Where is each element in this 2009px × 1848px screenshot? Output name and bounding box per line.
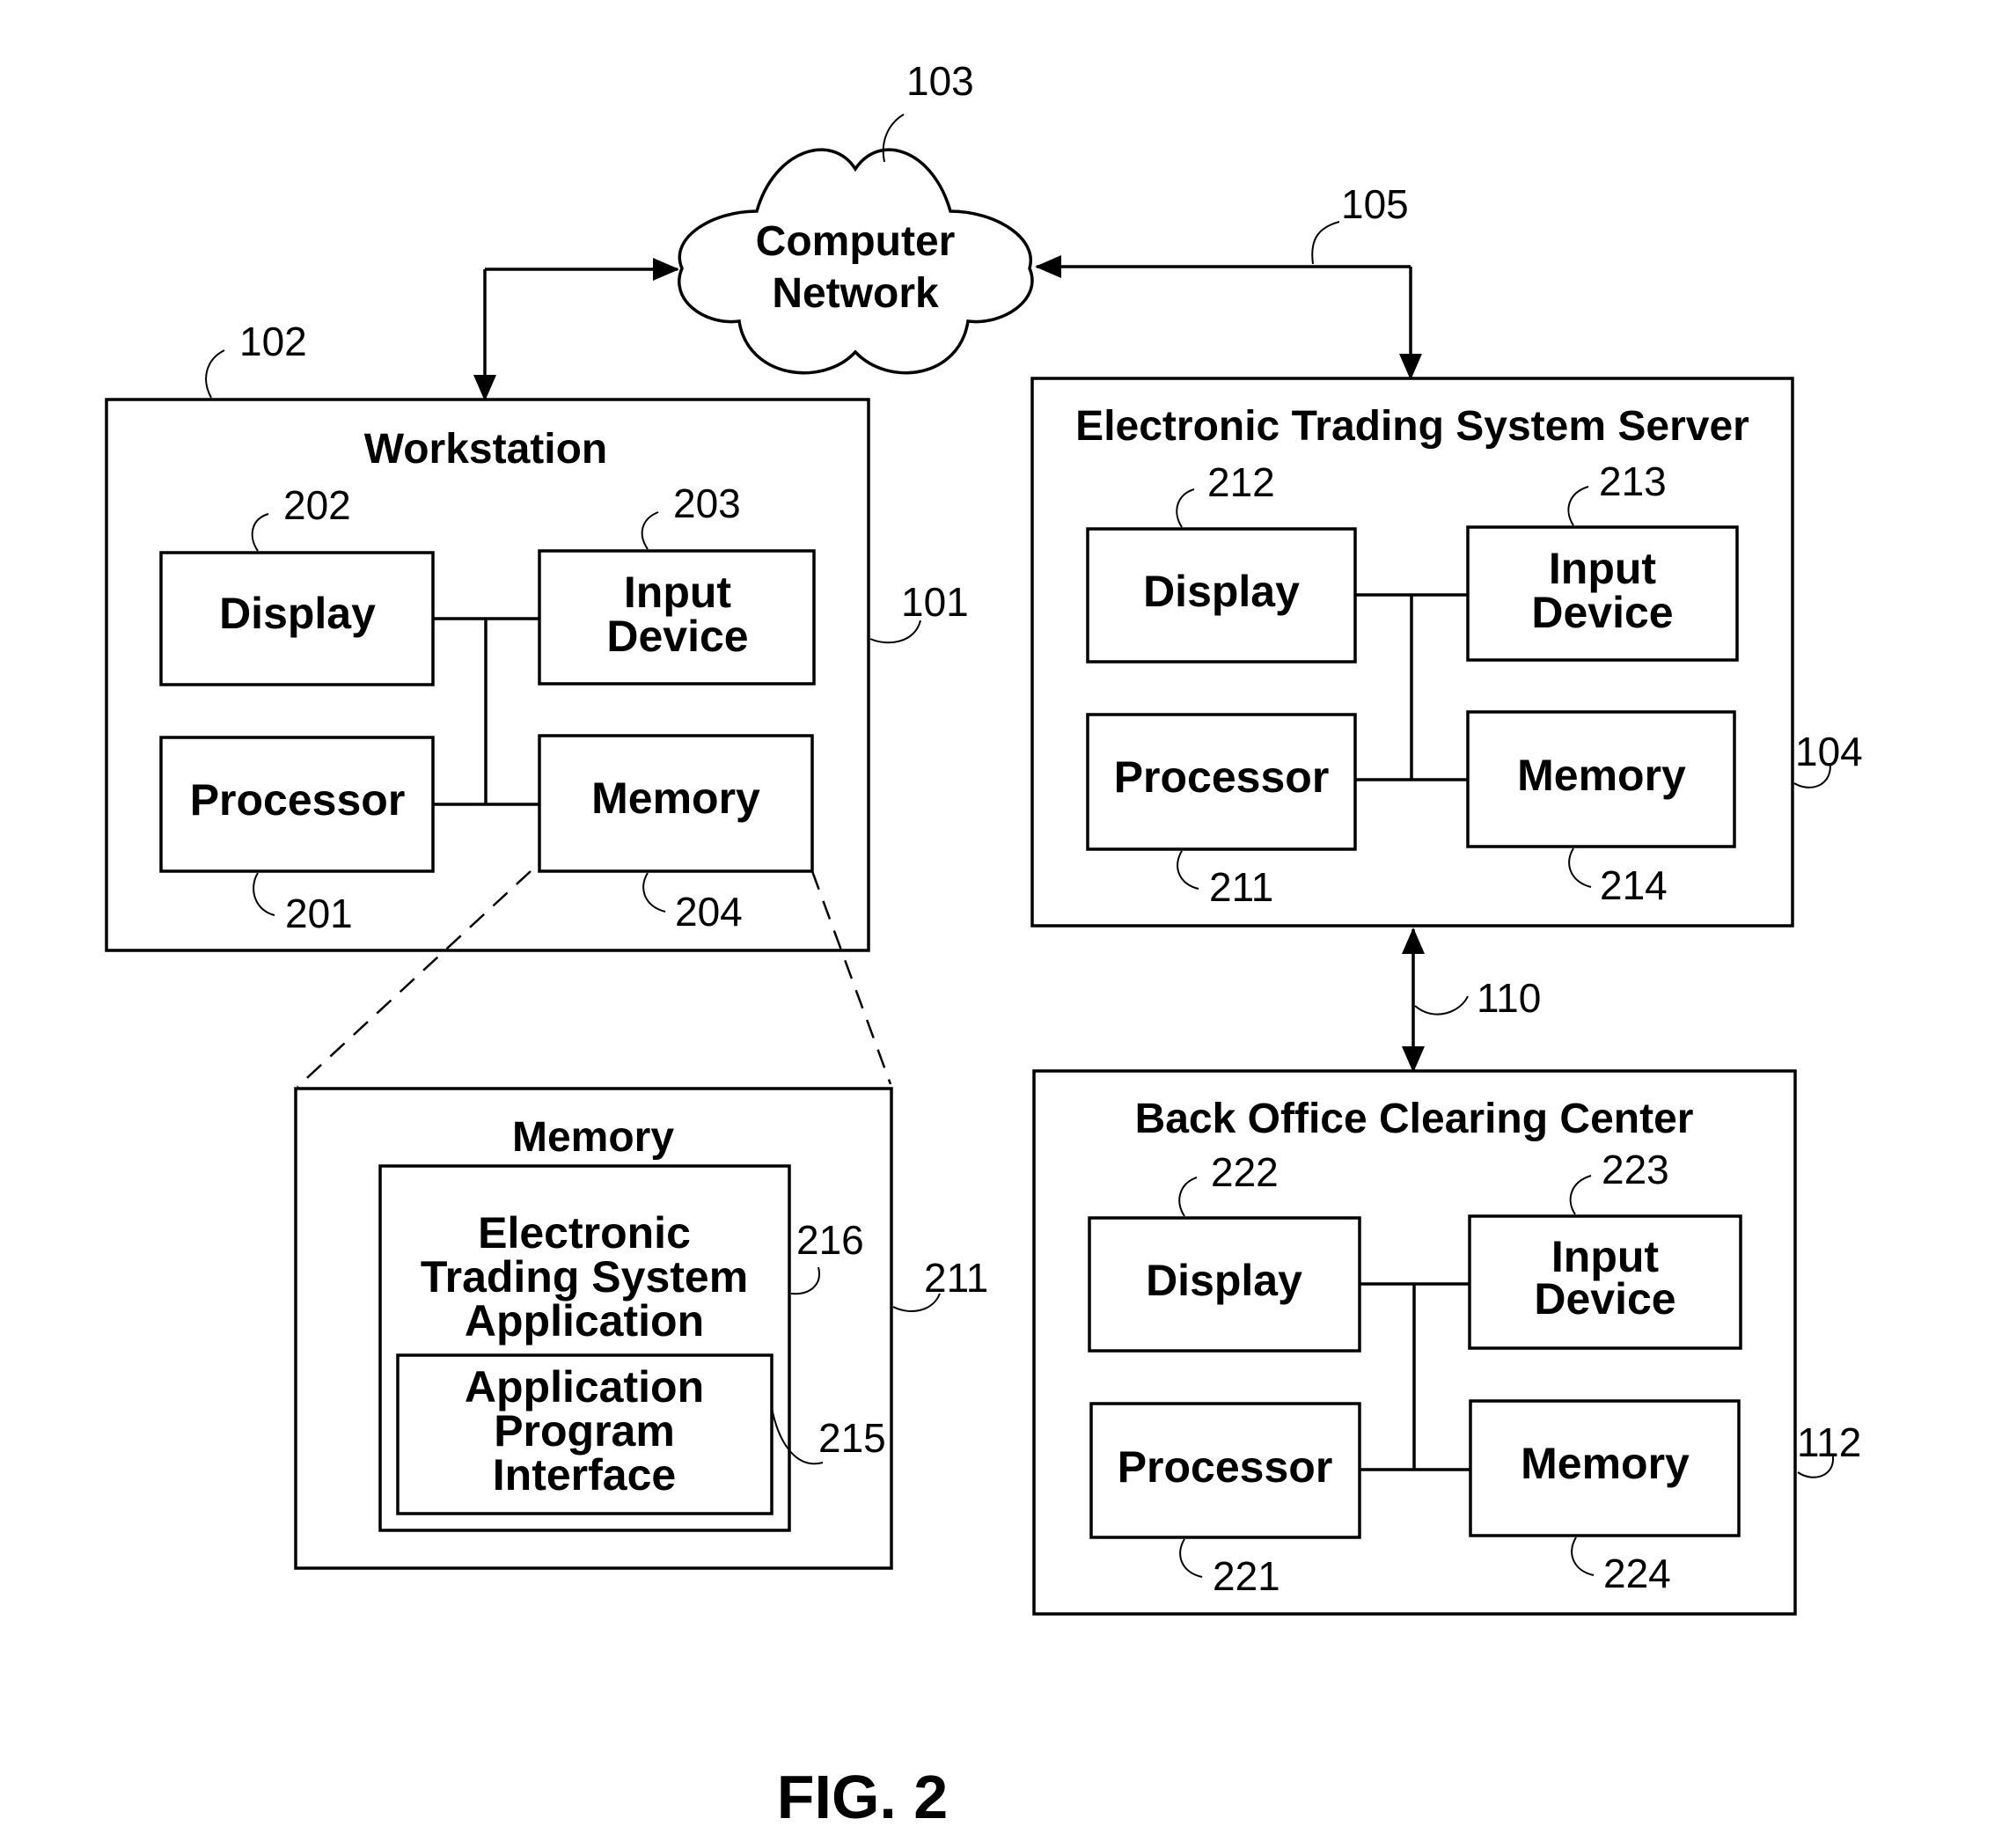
server-display-label: Display <box>1143 567 1300 616</box>
leader-line-212 <box>1176 488 1195 528</box>
back-office-display-label: Display <box>1146 1256 1302 1305</box>
computer-network-cloud: Computer Network 103 <box>678 58 1034 375</box>
ref-212: 212 <box>1207 459 1275 505</box>
ref-203: 203 <box>673 480 741 526</box>
ref-105: 105 <box>1341 181 1409 227</box>
workstation-outline <box>105 398 870 952</box>
ref-112: 112 <box>1797 1419 1861 1465</box>
ref-102: 102 <box>239 319 307 364</box>
ref-201: 201 <box>285 891 353 936</box>
leader-line-216 <box>790 1266 820 1295</box>
server-input-line2: Device <box>1531 588 1673 637</box>
workstation-box: Workstation 102 101 Display 202 Input De… <box>105 319 969 952</box>
ref-224: 224 <box>1603 1551 1671 1596</box>
ref-213: 213 <box>1599 458 1667 504</box>
ref-223: 223 <box>1602 1147 1669 1192</box>
back-office-input-line2: Device <box>1534 1274 1675 1324</box>
ref-214: 214 <box>1600 862 1668 908</box>
leader-line-110 <box>1414 995 1469 1016</box>
server-title: Electronic Trading System Server <box>1075 403 1749 450</box>
back-office-memory-label: Memory <box>1521 1439 1690 1488</box>
leader-line-204 <box>642 872 666 913</box>
ref-211: 211 <box>1209 864 1273 910</box>
workstation-memory-label: Memory <box>591 774 760 823</box>
ref-110: 110 <box>1477 975 1541 1021</box>
server-box: Electronic Trading System Server 104 Dis… <box>1030 377 1863 928</box>
workstation-input-line2: Device <box>606 612 748 661</box>
link-workstation-network <box>473 258 679 401</box>
server-memory-label: Memory <box>1517 751 1686 800</box>
leader-line-201 <box>253 872 275 916</box>
memory-detail-box: Memory 211 Electronic Trading System App… <box>294 1087 988 1570</box>
workstation-title: Workstation <box>364 426 607 473</box>
link-network-server: 105 <box>1035 181 1422 380</box>
leader-line-105 <box>1311 221 1340 265</box>
server-bus-lines <box>1355 593 1468 781</box>
ref-222: 222 <box>1211 1149 1279 1195</box>
leader-line-102 <box>205 349 225 399</box>
leader-line-222 <box>1178 1177 1198 1217</box>
leader-line-213 <box>1567 486 1589 526</box>
workstation-input-line1: Input <box>624 568 732 617</box>
back-office-box: Back Office Clearing Center 112 Display … <box>1032 1069 1861 1616</box>
figure-label: FIG. 2 <box>777 1763 948 1831</box>
leader-line-203 <box>641 511 659 550</box>
leader-line-224 <box>1571 1536 1595 1576</box>
api-line2: Program <box>494 1406 675 1456</box>
leader-line-214 <box>1568 847 1592 888</box>
ref-103: 103 <box>906 58 974 104</box>
ets-application-line3: Application <box>465 1296 704 1346</box>
back-office-processor-label: Processor <box>1118 1442 1333 1492</box>
workstation-processor-label: Processor <box>190 775 406 825</box>
server-input-line1: Input <box>1549 544 1657 593</box>
back-office-bus-lines <box>1360 1282 1470 1471</box>
ref-101: 101 <box>901 579 969 625</box>
network-label-line1: Computer <box>756 218 956 265</box>
leader-line-215 <box>771 1407 824 1465</box>
ets-application-line2: Trading System <box>421 1252 748 1302</box>
workstation-bus-lines <box>433 617 539 806</box>
ref-216: 216 <box>796 1217 864 1263</box>
patent-figure: Computer Network 103 105 Workstation 102… <box>105 58 1863 1831</box>
ref-215: 215 <box>818 1415 886 1461</box>
ets-application-line1: Electronic <box>478 1208 691 1258</box>
ref-104: 104 <box>1795 729 1863 774</box>
ref-211-memory: 211 <box>924 1255 988 1301</box>
leader-line-221 <box>1179 1538 1203 1578</box>
link-server-backoffice: 110 <box>1402 928 1541 1073</box>
memory-detail-title: Memory <box>512 1114 674 1161</box>
server-processor-label: Processor <box>1114 752 1330 802</box>
zoom-line-right <box>810 870 892 1085</box>
ref-221: 221 <box>1213 1553 1280 1599</box>
leader-line-211 <box>1177 850 1199 890</box>
network-label-line2: Network <box>772 270 939 317</box>
back-office-title: Back Office Clearing Center <box>1135 1096 1694 1142</box>
api-line1: Application <box>465 1362 704 1412</box>
workstation-display-label: Display <box>219 589 376 638</box>
ref-202: 202 <box>283 482 351 528</box>
leader-line-202 <box>251 513 269 552</box>
api-line3: Interface <box>493 1450 676 1500</box>
ref-204: 204 <box>675 889 743 935</box>
leader-line-103 <box>882 114 905 163</box>
leader-line-223 <box>1569 1175 1592 1215</box>
